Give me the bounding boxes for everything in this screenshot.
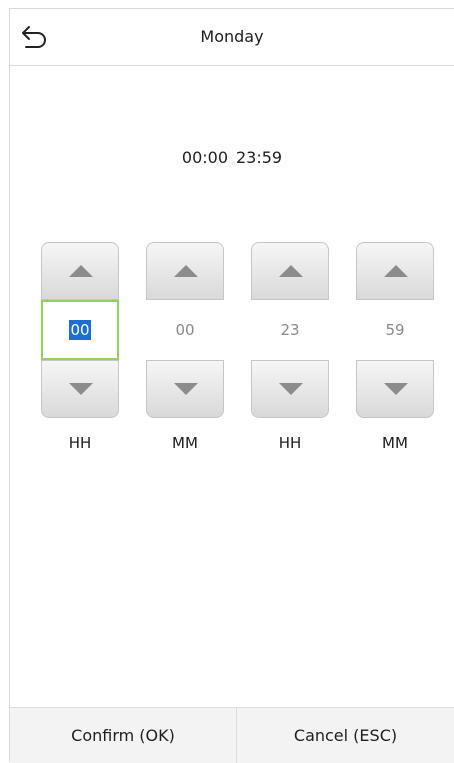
- cancel-button[interactable]: Cancel (ESC): [237, 708, 454, 763]
- time-setting-screen: Monday 00:00 23:59 00 HH 00 MM 23 HH 59 …: [9, 8, 454, 763]
- start-minute-up-button[interactable]: [146, 242, 224, 300]
- triangle-up-icon: [384, 265, 408, 277]
- end-minute-down-button[interactable]: [356, 360, 434, 418]
- triangle-down-icon: [279, 383, 303, 395]
- triangle-up-icon: [69, 265, 93, 277]
- start-hour-up-button[interactable]: [41, 242, 119, 300]
- end-hour-field[interactable]: 23: [251, 300, 329, 360]
- time-range-end: 23:59: [236, 148, 283, 167]
- end-hour-label: HH: [278, 434, 302, 452]
- start-minute-spinner: 00: [146, 242, 224, 419]
- start-minute-field[interactable]: 00: [146, 300, 224, 360]
- start-hour-field[interactable]: 00: [41, 300, 119, 360]
- confirm-button[interactable]: Confirm (OK): [10, 708, 237, 763]
- triangle-up-icon: [279, 265, 303, 277]
- triangle-down-icon: [384, 383, 408, 395]
- start-hour-spinner: 00: [41, 242, 119, 419]
- header-bar: Monday: [10, 9, 454, 66]
- end-minute-label: MM: [382, 434, 408, 452]
- end-hour-down-button[interactable]: [251, 360, 329, 418]
- start-hour-value: 00: [69, 320, 91, 340]
- start-hour-down-button[interactable]: [41, 360, 119, 418]
- page-title: Monday: [200, 27, 264, 46]
- triangle-down-icon: [174, 383, 198, 395]
- time-range-display: 00:00 23:59: [10, 148, 454, 167]
- start-minute-down-button[interactable]: [146, 360, 224, 418]
- time-range-start: 00:00: [181, 148, 228, 167]
- end-minute-field[interactable]: 59: [356, 300, 434, 360]
- end-minute-spinner: 59: [356, 242, 434, 419]
- footer-bar: Confirm (OK) Cancel (ESC): [10, 707, 454, 763]
- start-minute-label: MM: [172, 434, 198, 452]
- triangle-up-icon: [174, 265, 198, 277]
- end-minute-up-button[interactable]: [356, 242, 434, 300]
- end-hour-up-button[interactable]: [251, 242, 329, 300]
- triangle-down-icon: [69, 383, 93, 395]
- end-hour-spinner: 23: [251, 242, 329, 419]
- start-hour-label: HH: [68, 434, 92, 452]
